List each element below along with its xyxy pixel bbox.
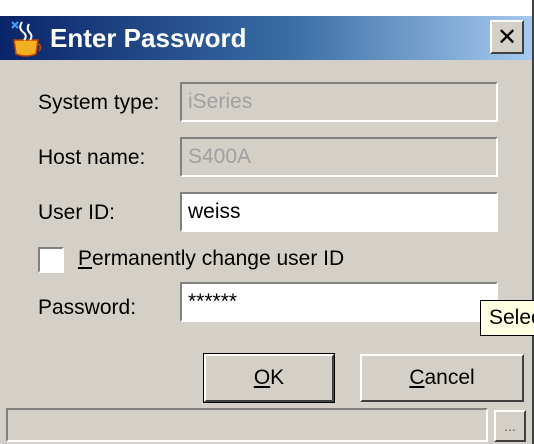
password-field[interactable] (180, 282, 498, 322)
ok-label-rest: K (270, 366, 285, 389)
host-name-field (180, 137, 498, 177)
close-button[interactable]: ✕ (490, 20, 524, 54)
ok-mnemonic: O (253, 366, 271, 389)
password-label: Password: (38, 296, 137, 319)
permanently-change-user-id-label[interactable]: Permanently change user ID (78, 244, 344, 274)
ok-button[interactable]: OK (203, 353, 335, 403)
cancel-mnemonic: C (409, 366, 425, 389)
user-id-field[interactable] (180, 192, 498, 232)
cancel-button[interactable]: Cancel (360, 354, 524, 402)
user-id-label: User ID: (38, 201, 116, 224)
more-button[interactable]: ... (494, 410, 526, 442)
status-bar (6, 408, 488, 442)
checkbox-mnemonic: P (78, 247, 93, 270)
checkbox-label-rest: ermanently change user ID (92, 247, 345, 270)
window-title: Enter Password (50, 23, 247, 53)
permanently-change-user-id-checkbox[interactable] (38, 247, 64, 273)
enter-password-dialog: Enter Password ✕ System type: Host name:… (0, 0, 534, 444)
system-type-field (180, 82, 498, 122)
title-bar: Enter Password ✕ (0, 0, 532, 60)
system-type-label: System type: (38, 91, 160, 114)
java-cup-icon (11, 21, 42, 57)
cancel-label-rest: ancel (424, 366, 475, 389)
tooltip: Select (480, 300, 534, 336)
host-name-label: Host name: (38, 146, 146, 169)
close-icon: ✕ (496, 23, 518, 51)
